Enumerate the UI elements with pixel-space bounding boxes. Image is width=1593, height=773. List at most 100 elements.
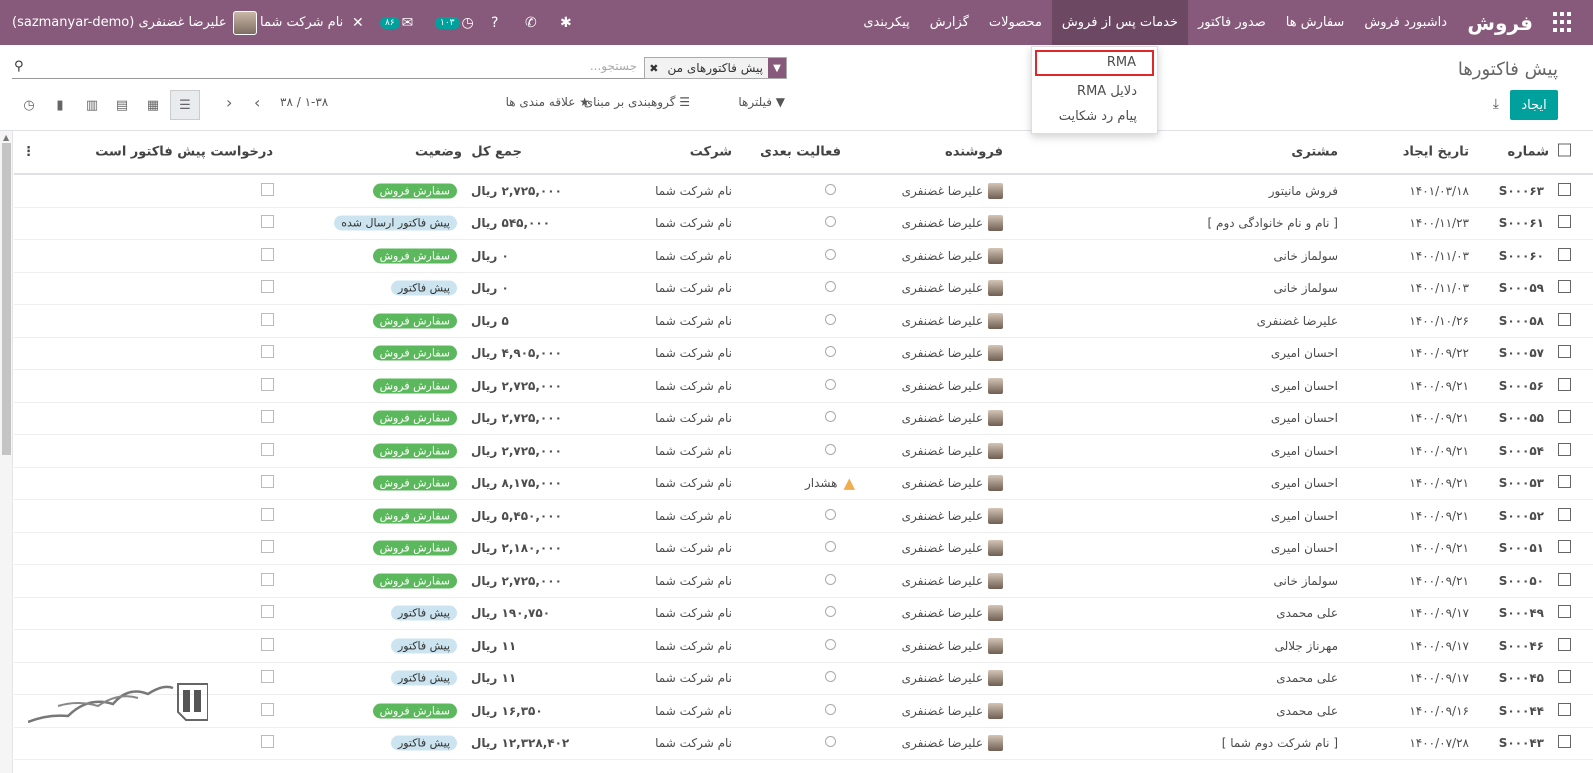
app-title[interactable]: فروش [1467, 0, 1533, 45]
row-checkbox[interactable] [1558, 637, 1571, 654]
dropdown-item-claim-reject[interactable]: پیام رد شکایت [1032, 104, 1157, 129]
dropdown-item-rma-reasons[interactable]: دلایل RMA [1032, 79, 1157, 104]
activity-clock-icon[interactable] [825, 281, 836, 295]
activity-clock-icon[interactable] [825, 346, 836, 360]
row-checkbox[interactable] [1558, 475, 1571, 491]
activities-menu[interactable]: ◷ ۱۰۳ [435, 0, 474, 45]
menu-configuration[interactable]: پیکربندی [853, 0, 919, 45]
activity-clock-icon[interactable] [825, 703, 836, 718]
activity-clock-icon[interactable] [825, 216, 836, 230]
table-row[interactable]: S۰۰۰۵۰ ۱۴۰۰/۰۹/۲۱ سولماز خانی علیرضا غضنفری… [14, 565, 1593, 598]
filters-button[interactable]: ▼ فیلترها [738, 95, 785, 109]
row-checkbox[interactable] [1558, 735, 1571, 751]
table-row[interactable]: S۰۰۰۴۹ ۱۴۰۰/۰۹/۱۷ علی محمدی علیرضا غضنفری نا… [14, 598, 1593, 630]
activity-clock-icon[interactable] [825, 378, 836, 393]
header-request[interactable]: درخواست پیش فاکتور است [95, 145, 273, 160]
scroll-up-icon[interactable]: ▲ [3, 133, 9, 142]
calendar-view-icon[interactable]: ▤ [107, 90, 137, 120]
activity-clock-icon[interactable] [825, 736, 836, 750]
activity-clock-icon[interactable] [825, 671, 836, 685]
menu-orders[interactable]: سفارش ها [1276, 0, 1355, 45]
table-row[interactable]: S۰۰۰۴۵ ۱۴۰۰/۰۹/۱۷ علی محمدی علیرضا غضنفری نا… [14, 663, 1593, 695]
row-checkbox[interactable] [1558, 280, 1571, 296]
kanban-view-icon[interactable]: ▦ [138, 90, 168, 120]
row-checkbox[interactable] [1558, 670, 1571, 686]
activity-clock-icon[interactable] [825, 411, 836, 425]
table-row[interactable]: S۰۰۰۵۱ ۱۴۰۰/۰۹/۲۱ احسان امیری علیرضا غضنفری… [14, 533, 1593, 565]
scrollbar[interactable]: ▲ [0, 131, 13, 773]
activity-clock-icon[interactable] [825, 183, 836, 198]
menu-products[interactable]: محصولات [979, 0, 1052, 45]
apps-menu-icon[interactable] [1551, 12, 1571, 32]
pager-value[interactable]: ۱-۳۸ / ۳۸ [280, 95, 328, 109]
activity-clock-icon[interactable] [825, 541, 836, 555]
table-row[interactable]: S۰۰۰۵۴ ۱۴۰۰/۰۹/۲۱ احسان امیری علیرضا غضنفری… [14, 435, 1593, 468]
search-icon[interactable]: ⚲ [14, 59, 24, 74]
menu-reporting[interactable]: گزارش [920, 0, 979, 45]
list-view-icon[interactable]: ☰ [170, 90, 200, 120]
pivot-view-icon[interactable]: ▥ [77, 90, 107, 120]
table-row[interactable]: S۰۰۰۵۸ ۱۴۰۰/۱۰/۲۶ علیرضا غضنفری علیرضا غضنف… [14, 305, 1593, 338]
download-icon[interactable]: ⤓ [1493, 96, 1499, 112]
table-row[interactable]: S۰۰۰۵۳ ۱۴۰۰/۰۹/۲۱ احسان امیری علیرضا غضنفری… [14, 468, 1593, 500]
row-checkbox[interactable] [1558, 442, 1571, 459]
table-row[interactable]: S۰۰۰۶۰ ۱۴۰۰/۱۱/۰۳ سولماز خانی علیرضا غضنفری… [14, 240, 1593, 273]
header-salesperson[interactable]: فروشنده [945, 145, 1003, 160]
activity-clock-icon[interactable] [825, 606, 836, 620]
row-checkbox[interactable] [1558, 312, 1571, 329]
scroll-thumb[interactable] [2, 143, 11, 455]
column-options-icon[interactable]: ⋮ [22, 145, 35, 160]
row-checkbox[interactable] [1558, 215, 1571, 231]
create-button[interactable]: ایجاد [1510, 90, 1558, 120]
header-number[interactable]: شماره [1507, 145, 1549, 160]
menu-sales-dashboard[interactable]: داشبورد فروش [1354, 0, 1457, 45]
table-row[interactable]: S۰۰۰۵۲ ۱۴۰۰/۰۹/۲۱ احسان امیری علیرضا غضنفری… [14, 500, 1593, 533]
close-icon[interactable]: ✖ [645, 62, 662, 75]
user-menu[interactable]: علیرضا غضنفری (sazmanyar-demo) [12, 0, 257, 45]
activity-clock-icon[interactable] [825, 248, 836, 263]
menu-after-sales[interactable]: خدمات پس از فروش [1051, 0, 1188, 45]
table-row[interactable]: S۰۰۰۵۹ ۱۴۰۰/۱۱/۰۳ سولماز خانی علیرضا غضنفری… [14, 273, 1593, 305]
select-all-checkbox[interactable] [1558, 143, 1571, 161]
activity-clock-icon[interactable] [825, 508, 836, 523]
row-checkbox[interactable] [1558, 377, 1571, 394]
activity-warning[interactable]: ▲ هشدار [805, 474, 855, 492]
row-checkbox[interactable] [1558, 345, 1571, 361]
row-checkbox[interactable] [1558, 702, 1571, 719]
table-row[interactable]: S۰۰۰۴۴ ۱۴۰۰/۰۹/۱۶ علی محمدی علیرضا غضنفری نا… [14, 695, 1593, 728]
row-checkbox[interactable] [1558, 540, 1571, 556]
row-checkbox[interactable] [1558, 182, 1571, 199]
row-checkbox[interactable] [1558, 410, 1571, 426]
activity-clock-icon[interactable] [825, 573, 836, 588]
help-icon[interactable]: ? [491, 0, 498, 45]
chevron-right-icon[interactable]: › [254, 93, 260, 112]
menu-invoicing[interactable]: صدور فاکتور [1188, 0, 1276, 45]
activity-clock-icon[interactable] [825, 638, 836, 653]
header-status[interactable]: وضعیت [415, 145, 462, 160]
table-row[interactable]: S۰۰۰۵۵ ۱۴۰۰/۰۹/۲۱ احسان امیری علیرضا غضنفری… [14, 403, 1593, 435]
table-row[interactable]: S۰۰۰۵۶ ۱۴۰۰/۰۹/۲۱ احسان امیری علیرضا غضنفری… [14, 370, 1593, 403]
table-row[interactable]: S۰۰۰۶۱ ۱۴۰۰/۱۱/۲۳ [ نام و نام خانوادگی دوم… [14, 208, 1593, 240]
groupby-button[interactable]: ☰ گروهبندی بر مبنای [584, 95, 690, 109]
favorites-button[interactable]: ★ علاقه مندی ها [506, 95, 590, 109]
row-checkbox[interactable] [1558, 572, 1571, 589]
table-row[interactable]: S۰۰۰۴۶ ۱۴۰۰/۰۹/۱۷ مهرناز جلالی علیرضا غضنفر… [14, 630, 1593, 663]
company-switcher[interactable]: نام شرکت شما [260, 0, 343, 45]
graph-view-icon[interactable]: ▮ [45, 90, 75, 120]
activity-clock-icon[interactable] [825, 313, 836, 328]
header-total[interactable]: جمع کل [471, 145, 522, 160]
dropdown-item-rma[interactable]: RMA [1035, 50, 1154, 76]
table-row[interactable]: S۰۰۰۵۷ ۱۴۰۰/۰۹/۲۲ احسان امیری علیرضا غضنفری… [14, 338, 1593, 370]
phone-icon[interactable]: ✆ [525, 0, 537, 45]
table-row[interactable]: S۰۰۰۶۳ ۱۴۰۱/۰۳/۱۸ فروش مانیتور علیرضا غضنفر… [14, 175, 1593, 208]
row-checkbox[interactable] [1558, 507, 1571, 524]
activity-clock-icon[interactable] [825, 443, 836, 458]
activity-view-icon[interactable]: ◷ [14, 90, 44, 120]
row-checkbox[interactable] [1558, 247, 1571, 264]
table-row[interactable]: S۰۰۰۴۳ ۱۴۰۰/۰۷/۲۸ [ نام شرکت دوم شما ] علیر… [14, 728, 1593, 760]
bug-icon[interactable]: ✱ [560, 0, 572, 45]
row-checkbox[interactable] [1558, 605, 1571, 621]
header-customer[interactable]: مشتری [1291, 145, 1338, 160]
header-activity[interactable]: فعالیت بعدی [760, 145, 841, 160]
search-input[interactable]: ▼ پیش فاکتورهای من ✖ جستجو... ⚲ [12, 57, 787, 79]
